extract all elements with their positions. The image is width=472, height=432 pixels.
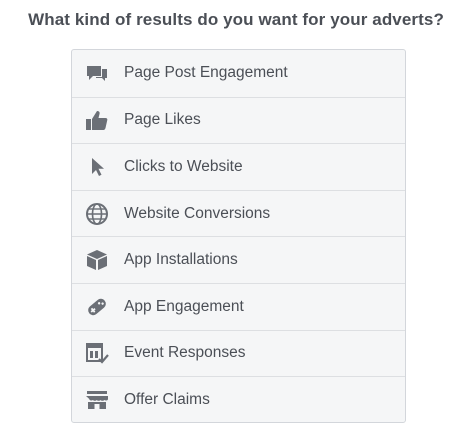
objective-label: Website Conversions — [124, 204, 271, 222]
objective-label: Page Post Engagement — [124, 64, 288, 82]
objective-app-installations[interactable]: App Installations — [72, 236, 405, 283]
objective-clicks-to-website[interactable]: Clicks to Website — [72, 143, 405, 190]
storefront-icon — [84, 387, 110, 413]
objective-website-conversions[interactable]: Website Conversions — [72, 189, 405, 237]
objective-picker: What kind of results do you want for you… — [0, 0, 472, 432]
box-icon — [84, 247, 110, 273]
thumbs-up-icon — [84, 107, 110, 133]
objective-app-engagement[interactable]: App Engagement — [72, 282, 405, 330]
objective-label: Event Responses — [124, 344, 246, 362]
cursor-icon — [84, 154, 110, 180]
objective-list: Page Post Engagement Page Likes Clicks t… — [71, 49, 406, 423]
objective-label: Clicks to Website — [124, 157, 243, 175]
objective-label: App Installations — [124, 251, 238, 269]
gamepad-icon — [84, 294, 110, 320]
objective-page-likes[interactable]: Page Likes — [72, 96, 405, 144]
objective-label: App Engagement — [124, 297, 244, 315]
objective-offer-claims[interactable]: Offer Claims — [72, 376, 405, 423]
calendar-icon — [84, 340, 110, 366]
objective-label: Offer Claims — [124, 390, 210, 408]
globe-icon — [84, 201, 110, 227]
speech-bubbles-icon — [84, 60, 110, 86]
objective-page-post-engagement[interactable]: Page Post Engagement — [72, 50, 405, 97]
objective-event-responses[interactable]: Event Responses — [72, 329, 405, 377]
objective-label: Page Likes — [124, 111, 201, 129]
page-title: What kind of results do you want for you… — [28, 10, 444, 29]
